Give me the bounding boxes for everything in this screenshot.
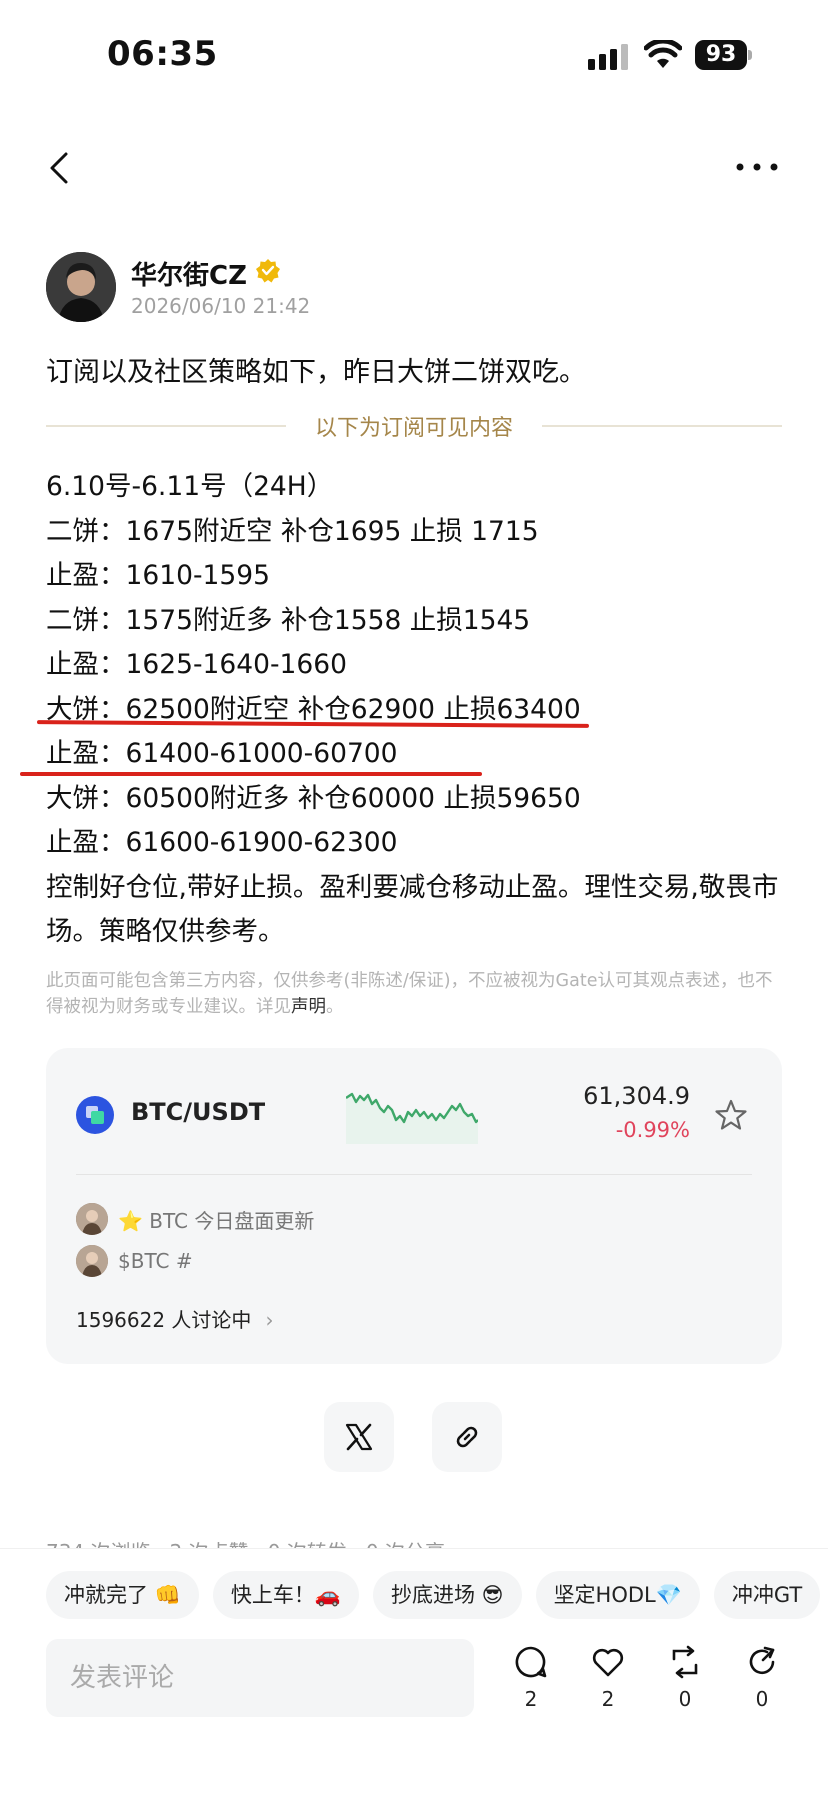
more-options-icon[interactable]: [734, 155, 780, 179]
topic-text: ⭐ BTC 今日盘面更新: [118, 1208, 315, 1233]
post-timestamp: 2026/06/10 21:42: [131, 294, 311, 318]
topic-avatar: [76, 1245, 108, 1277]
comment-icon: [515, 1646, 547, 1678]
status-time: 06:35: [107, 34, 218, 74]
battery-indicator: 93: [695, 40, 753, 70]
bottom-bar: 冲就完了 👊 快上车！🚗 抄底进场 😎 坚定HODL💎 冲冲GT 发表评论 2 2 0 …: [0, 1548, 828, 1795]
share-action[interactable]: 0: [737, 1645, 787, 1711]
reaction-chip[interactable]: 快上车！🚗: [212, 1571, 359, 1619]
author-avatar[interactable]: [46, 252, 116, 322]
back-arrow-icon[interactable]: [44, 148, 74, 188]
hand-drawn-underline: [20, 772, 482, 776]
comment-input[interactable]: 发表评论: [46, 1639, 474, 1717]
discussion-count-link[interactable]: 1596622 人讨论中 ›: [76, 1304, 273, 1333]
copy-link-button[interactable]: [432, 1402, 502, 1472]
last-price: 61,304.9: [583, 1082, 690, 1110]
cellular-signal-icon: [588, 44, 628, 70]
share-count: 0: [755, 1687, 769, 1711]
post-intro: 订阅以及社区策略如下，昨日大饼二饼双吃。: [46, 357, 586, 388]
divider-line-right: [542, 425, 782, 427]
topic-item[interactable]: ⭐ BTC 今日盘面更新: [76, 1202, 314, 1236]
post-line: 控制好仓位,带好止损。盈利要减仓移动止盈。理性交易,敬畏市场。策略仅供参考。: [46, 871, 779, 948]
post-line: 二饼：1675附近空 补仓1695 止损 1715: [46, 515, 539, 547]
disclaimer-link[interactable]: 声明: [291, 997, 326, 1017]
disclaimer: 此页面可能包含第三方内容，仅供参考(非陈述/保证)，不应被视为Gate认可其观点…: [46, 968, 782, 1020]
share-icon: [749, 1646, 775, 1675]
author-name[interactable]: 华尔街CZ: [131, 255, 247, 292]
post-line: 大饼：60500附近多 补仓60000 止损59650: [46, 782, 581, 814]
topic-avatar: [76, 1203, 108, 1235]
post-line: 二饼：1575附近多 补仓1558 止损1545: [46, 604, 531, 636]
reaction-chip[interactable]: 冲冲GT: [713, 1571, 821, 1619]
link-icon: [456, 1426, 478, 1448]
post-line: 止盈：61600-61900-62300: [46, 827, 398, 858]
price-sparkline: [346, 1092, 478, 1144]
battery-level: 93: [695, 40, 747, 70]
status-bar: 06:35 93: [0, 0, 828, 110]
comment-action[interactable]: 2: [506, 1645, 556, 1711]
reaction-chip[interactable]: 坚定HODL💎: [535, 1571, 700, 1619]
heart-icon: [592, 1648, 624, 1677]
topic-text: $BTC #: [118, 1249, 193, 1273]
price-change: -0.99%: [615, 1118, 690, 1142]
quick-reactions: 冲就完了 👊 快上车！🚗 抄底进场 😎 坚定HODL💎 冲冲GT: [46, 1571, 828, 1621]
post-line: 止盈：61400-61000-60700: [46, 738, 398, 769]
post-line: 6.10号-6.11号（24H）: [46, 471, 334, 502]
trading-pair: BTC/USDT: [131, 1098, 266, 1126]
subscriber-divider: 以下为订阅可见内容: [46, 410, 782, 441]
post-line: 止盈：1610-1595: [46, 560, 270, 591]
repost-count: 0: [678, 1687, 692, 1711]
battery-cap: [748, 50, 752, 60]
share-x-button[interactable]: [324, 1402, 394, 1472]
discussion-count: 1596622 人讨论中: [76, 1308, 252, 1332]
post-line: 止盈：1625-1640-1660: [46, 649, 347, 680]
repost-action[interactable]: 0: [660, 1645, 710, 1711]
chevron-right-icon: ›: [265, 1308, 274, 1332]
reaction-chip[interactable]: 抄底进场 😎: [372, 1571, 522, 1619]
comment-count: 2: [524, 1687, 538, 1711]
disclaimer-end: 。: [326, 997, 344, 1017]
post-content: 6.10号-6.11号（24H） 二饼：1675附近空 补仓1695 止损 17…: [46, 465, 791, 955]
repost-icon: [672, 1645, 698, 1679]
card-divider: [76, 1174, 752, 1175]
disclaimer-text: 此页面可能包含第三方内容，仅供参考(非陈述/保证)，不应被视为Gate认可其观点…: [46, 971, 773, 1017]
wifi-icon: [644, 40, 682, 68]
reaction-chip[interactable]: 冲就完了 👊: [46, 1571, 199, 1619]
like-action[interactable]: 2: [583, 1645, 633, 1711]
x-logo-icon: [345, 1423, 373, 1451]
topic-item[interactable]: $BTC #: [76, 1244, 193, 1278]
star-favorite-icon[interactable]: [714, 1098, 748, 1132]
like-count: 2: [601, 1687, 615, 1711]
verified-badge-icon: [256, 259, 280, 283]
coin-icon: [76, 1096, 114, 1134]
market-card[interactable]: BTC/USDT 61,304.9 -0.99% ⭐ BTC 今日盘面更新 $B…: [46, 1048, 782, 1364]
